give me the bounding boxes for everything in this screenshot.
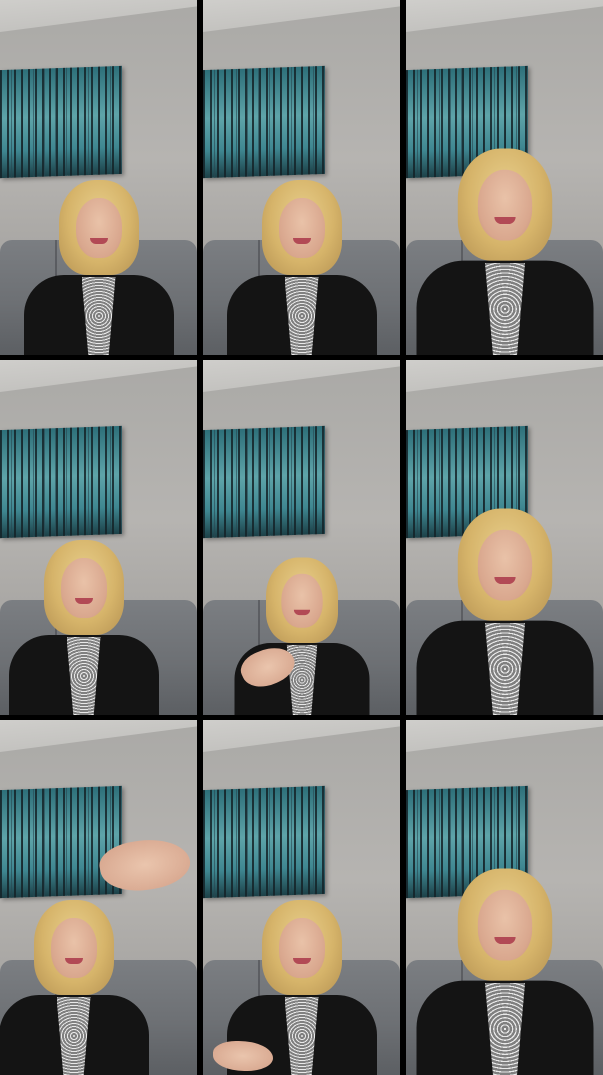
ceiling [203, 720, 400, 752]
face [477, 889, 532, 961]
mouth [89, 238, 108, 244]
face [477, 169, 532, 241]
face [50, 918, 97, 978]
video-frame-5 [203, 360, 400, 715]
woman-speaker [416, 148, 593, 355]
ceiling [203, 0, 400, 32]
video-frame-2 [203, 0, 400, 355]
wall-painting-birch-trees [0, 425, 122, 539]
face [75, 198, 122, 258]
video-frame-9 [406, 720, 603, 1075]
face [280, 573, 323, 628]
woman-speaker [23, 180, 174, 355]
video-frame-4 [0, 360, 197, 715]
ceiling [406, 720, 603, 752]
face [477, 529, 532, 601]
wall-painting-birch-trees [203, 785, 325, 899]
wall-painting-birch-trees [203, 425, 325, 539]
mouth [292, 958, 311, 964]
wall-painting-birch-trees [203, 65, 325, 179]
woman-speaker [416, 868, 593, 1075]
mouth [292, 238, 311, 244]
mouth [493, 936, 516, 945]
ceiling [406, 0, 603, 32]
mouth [493, 216, 516, 225]
face [60, 558, 107, 618]
wall-painting-birch-trees [0, 65, 122, 179]
woman-speaker [0, 900, 149, 1075]
mouth [293, 609, 310, 616]
mouth [493, 576, 516, 585]
ceiling [203, 360, 400, 392]
video-frame-1 [0, 0, 197, 355]
ceiling [0, 360, 197, 392]
video-frame-3 [406, 0, 603, 355]
woman-speaker [8, 540, 159, 715]
ceiling [0, 0, 197, 32]
ceiling [406, 360, 603, 392]
face [278, 198, 325, 258]
mouth [64, 958, 83, 964]
woman-speaker [226, 180, 377, 355]
face [278, 918, 325, 978]
video-frame-7 [0, 720, 197, 1075]
woman-speaker [416, 508, 593, 715]
mouth [74, 598, 93, 604]
video-frame-6 [406, 360, 603, 715]
video-frame-grid [0, 0, 603, 1075]
woman-speaker [234, 557, 369, 715]
wall-painting-birch-trees [0, 785, 122, 899]
video-frame-8 [203, 720, 400, 1075]
ceiling [0, 720, 197, 752]
